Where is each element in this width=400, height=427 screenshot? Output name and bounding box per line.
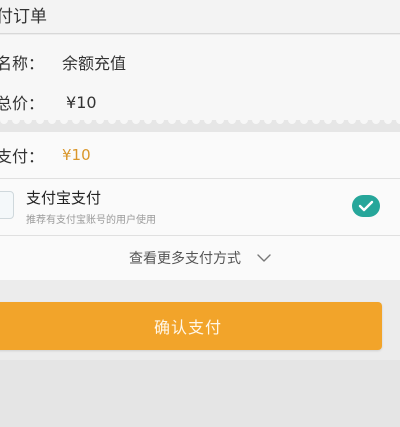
background — [0, 360, 400, 427]
payment-card: 支付： ¥10 支付宝支付 推荐有支付宝账号的用户使用 查看更多支付方式 — [0, 132, 400, 280]
payment-method-description: 推荐有支付宝账号的用户使用 — [26, 215, 156, 226]
confirm-payment-button[interactable]: 确认支付 — [0, 302, 382, 350]
order-name-label: 名称： — [0, 54, 45, 73]
more-payment-methods-button[interactable]: 查看更多支付方式 — [0, 236, 400, 280]
payment-amount-value: ¥10 — [62, 146, 91, 164]
alipay-icon — [0, 191, 14, 219]
check-icon[interactable] — [352, 195, 380, 217]
order-total-label: 总价： — [0, 94, 45, 113]
more-payment-methods-label: 查看更多支付方式 — [129, 251, 241, 267]
payment-method-alipay[interactable]: 支付宝支付 推荐有支付宝账号的用户使用 — [0, 179, 400, 233]
page-title: 付订单 — [0, 7, 47, 27]
order-total-value: ¥10 — [66, 92, 97, 112]
payment-amount-label: 支付： — [0, 147, 45, 166]
order-total-row: 总价： ¥10 — [0, 88, 97, 116]
order-name-value: 余额充值 — [62, 54, 127, 73]
chevron-down-icon — [257, 254, 271, 262]
order-summary-card: 名称： 余额充值 — [0, 35, 400, 131]
payment-amount-row: 支付： ¥10 — [0, 142, 91, 168]
payment-method-name: 支付宝支付 — [26, 189, 102, 207]
ticket-perforation — [0, 120, 400, 132]
title-bar: 付订单 — [0, 0, 400, 34]
payment-screen: 付订单 名称： 余额充值 总价： ¥10 支付： ¥10 支付宝支付 推荐有支付… — [0, 0, 400, 427]
order-name-row: 名称： 余额充值 — [0, 48, 126, 76]
